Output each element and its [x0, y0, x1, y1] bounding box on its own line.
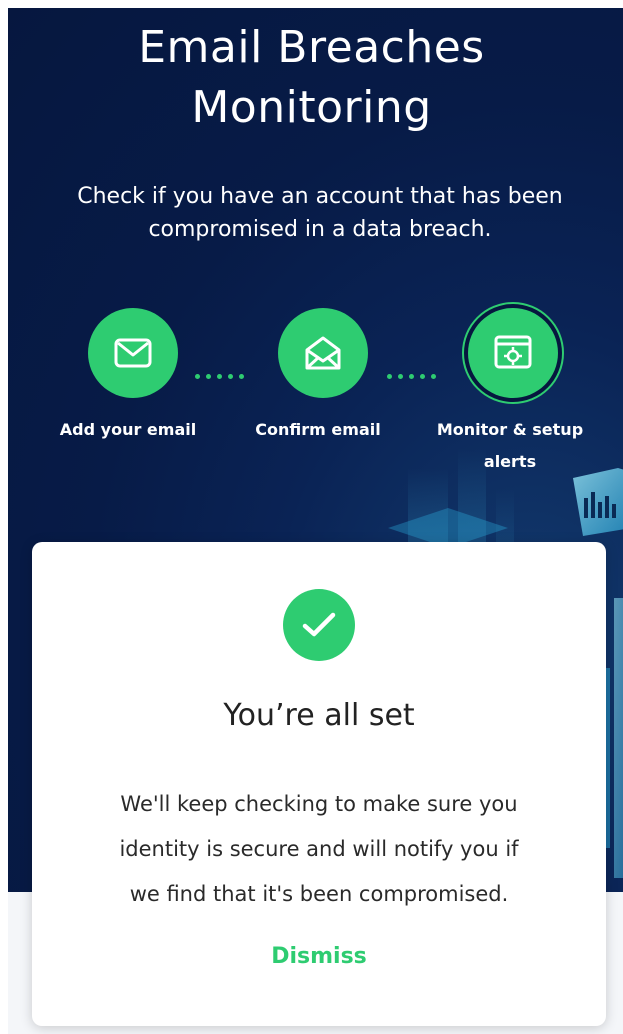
email-breach-screen: Email Breaches Monitoring Check if you h…	[0, 0, 623, 1034]
step-add-email	[88, 308, 178, 398]
page-subtitle-line-1: Check if you have an account that has be…	[77, 184, 563, 209]
step-label-confirm-email: Confirm email	[255, 420, 381, 439]
step-label-monitor-alerts: Monitor & setup alerts	[425, 414, 595, 478]
step-connector-2	[387, 374, 436, 384]
card-message-line-1: We'll keep checking to make sure you	[120, 792, 518, 816]
open-envelope-icon	[305, 336, 341, 370]
step-monitor-alerts	[468, 308, 558, 398]
confirmation-card: You’re all set We'll keep checking to ma…	[32, 542, 606, 1026]
page-title-line-2: Monitoring	[191, 82, 432, 133]
card-message-line-3: we find that it's been compromised.	[129, 882, 509, 906]
step-confirm-email	[278, 308, 368, 398]
page-subtitle-line-2: compromised in a data breach.	[148, 217, 492, 242]
step-label-monitor-line-2: alerts	[483, 452, 537, 471]
page-subtitle: Check if you have an account that has be…	[30, 180, 610, 246]
page-title: Email Breaches Monitoring	[0, 18, 623, 138]
card-message: We'll keep checking to make sure you ide…	[62, 782, 576, 917]
browser-gear-icon	[494, 335, 532, 369]
step-label-monitor-line-1: Monitor & setup	[436, 420, 584, 439]
success-badge	[283, 589, 355, 661]
step-connector-1	[195, 374, 244, 384]
step-label-add-email: Add your email	[59, 420, 197, 439]
card-message-line-2: identity is secure and will notify you i…	[119, 837, 519, 861]
check-circle-icon	[302, 612, 336, 637]
card-title: You’re all set	[223, 698, 415, 733]
mail-icon	[114, 338, 152, 368]
dismiss-button[interactable]: Dismiss	[219, 934, 419, 978]
page-title-line-1: Email Breaches	[138, 22, 485, 73]
